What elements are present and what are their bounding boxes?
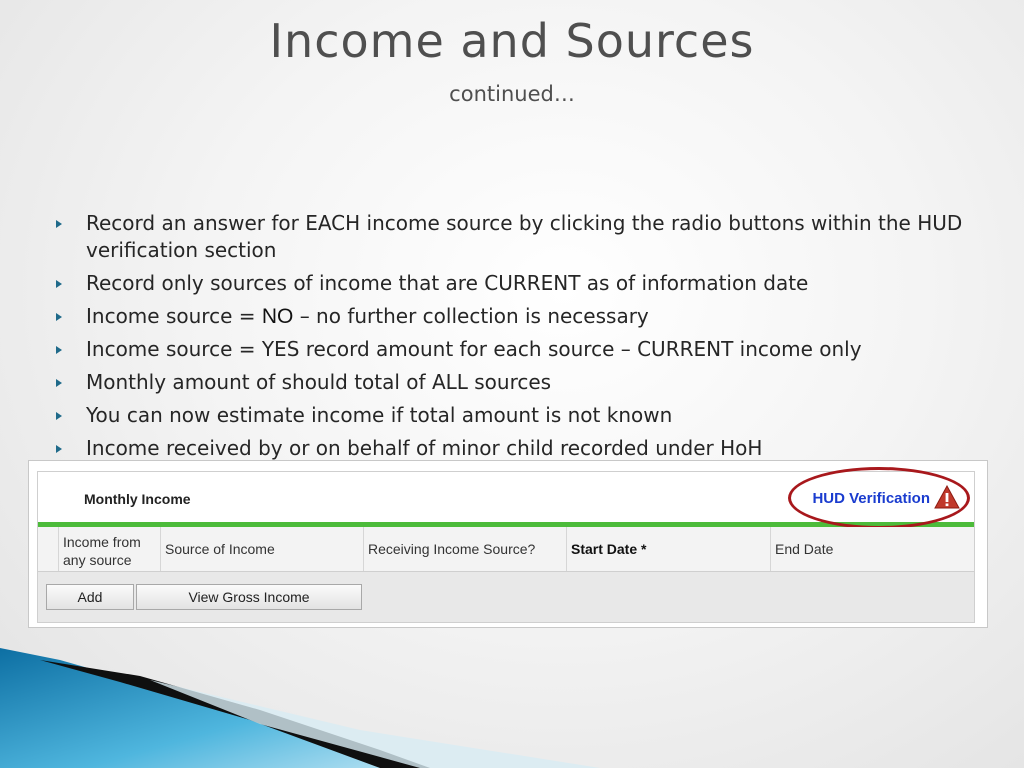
required-mark: *	[641, 541, 647, 557]
embedded-screenshot: Monthly Income HUD Verification Income f…	[28, 460, 988, 628]
slide-subtitle: continued…	[449, 82, 575, 106]
bullet-text: Record only sources of income that are C…	[86, 271, 809, 295]
bullet-item: Income source = NO – no further collecti…	[56, 303, 976, 330]
decorative-swoosh	[0, 648, 600, 768]
bullet-arrow-icon	[56, 313, 62, 321]
highlight-oval	[788, 467, 970, 529]
bullet-arrow-icon	[56, 346, 62, 354]
bullet-arrow-icon	[56, 412, 62, 420]
bullet-text: Record an answer for EACH income source …	[86, 211, 963, 262]
view-gross-income-button[interactable]: View Gross Income	[136, 584, 362, 610]
bullet-text-pre: Income source =	[86, 304, 262, 328]
bullet-item: Record an answer for EACH income source …	[56, 210, 976, 264]
bullet-item: You can now estimate income if total amo…	[56, 402, 976, 429]
column-header-start-date[interactable]: Start Date *	[566, 527, 770, 571]
bullet-item: Income received by or on behalf of minor…	[56, 435, 976, 462]
bullet-text-post: – no further collection is necessary	[293, 304, 649, 328]
bullet-text: Monthly amount of should total of ALL so…	[86, 370, 552, 394]
bullet-item: Record only sources of income that are C…	[56, 270, 976, 297]
bullet-text: Income received by or on behalf of minor…	[86, 436, 763, 460]
table-header-row: Income from any source Source of Income …	[38, 527, 974, 572]
column-header[interactable]: Source of Income	[160, 527, 363, 571]
column-header-label: Start Date	[571, 541, 638, 557]
bullet-arrow-icon	[56, 445, 62, 453]
column-header[interactable]: End Date	[770, 527, 974, 571]
bullet-text: You can now estimate income if total amo…	[86, 403, 673, 427]
slide-title: Income and Sources	[269, 14, 755, 68]
monthly-income-panel: Monthly Income HUD Verification Income f…	[37, 467, 975, 623]
column-header[interactable]: Receiving Income Source?	[363, 527, 566, 571]
bullet-list: Record an answer for EACH income source …	[56, 210, 976, 468]
bullet-item: Monthly amount of should total of ALL so…	[56, 369, 976, 396]
add-button[interactable]: Add	[46, 584, 134, 610]
bullet-arrow-icon	[56, 379, 62, 387]
bullet-emphasis: NO	[261, 305, 294, 328]
bullet-text: Income source = YES record amount for ea…	[86, 337, 862, 361]
bullet-arrow-icon	[56, 220, 62, 228]
panel-title: Monthly Income	[84, 491, 191, 507]
column-header[interactable]: Income from any source	[58, 527, 160, 571]
bullet-item: Income source = YES record amount for ea…	[56, 336, 976, 363]
row-selector-column	[38, 527, 58, 571]
bullet-arrow-icon	[56, 280, 62, 288]
